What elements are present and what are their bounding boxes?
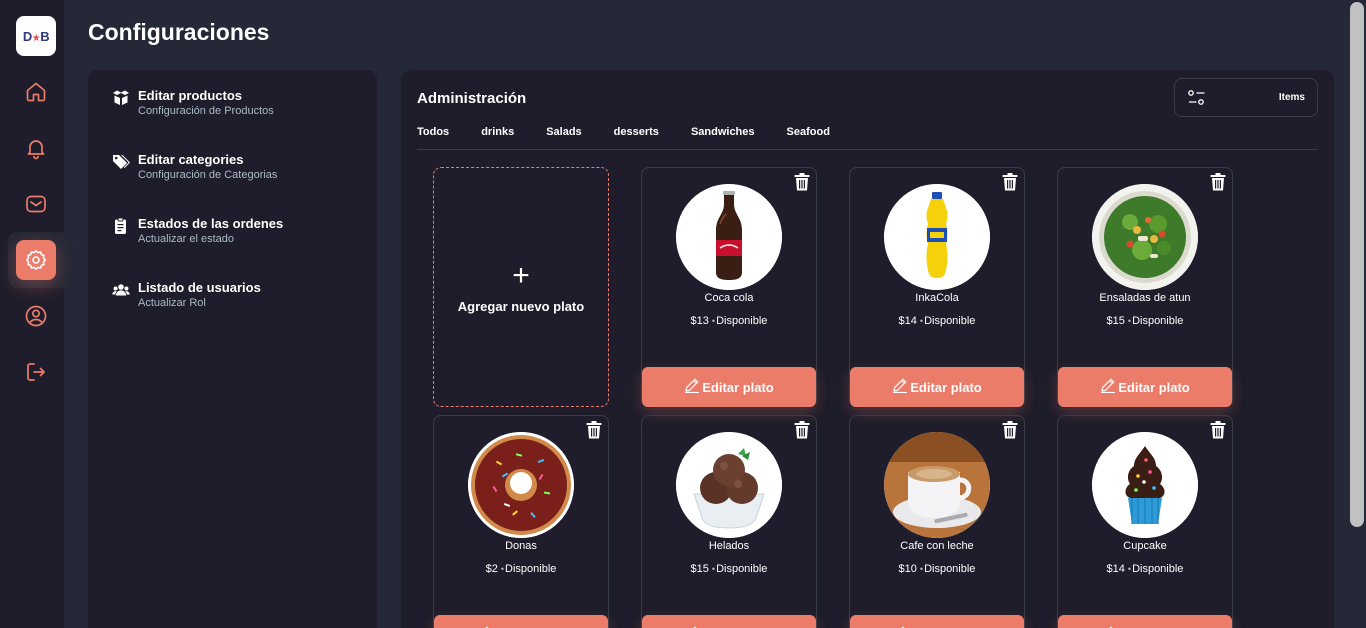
items-filter-button[interactable]: Items — [1174, 78, 1318, 117]
tab-drinks[interactable]: drinks — [481, 126, 514, 138]
product-image — [884, 184, 990, 290]
settings-item-title: Listado de usuarios — [138, 280, 261, 295]
product-card: InkaCola $14 •Disponible Editar plato — [849, 167, 1025, 407]
product-name: InkaCola — [915, 292, 959, 304]
items-filter-label: Items — [1278, 92, 1305, 103]
product-name: Coca cola — [704, 292, 754, 304]
settings-item-title: Editar categories — [138, 152, 244, 167]
add-dish-card[interactable]: + Agregar nuevo plato — [433, 167, 609, 407]
product-card: Ensaladas de atun $15 •Disponible Editar … — [1057, 167, 1233, 407]
add-dish-label: Agregar nuevo plato — [457, 298, 585, 314]
tab-seafood[interactable]: Seafood — [787, 126, 830, 138]
sliders-icon — [1188, 89, 1205, 105]
product-price: $15 •Disponible — [690, 563, 768, 575]
product-card: Cafe con leche $10•Disponible Editar pla… — [849, 415, 1025, 628]
settings-panel: Editar productos Configuración de Produc… — [88, 70, 377, 628]
admin-panel: Administración Items Todos drinks Salads… — [401, 70, 1334, 628]
settings-item-title: Estados de las ordenes — [138, 216, 284, 231]
tab-todos[interactable]: Todos — [417, 126, 449, 138]
edit-dish-button[interactable]: Editar plato — [642, 615, 816, 628]
pencil-icon — [893, 378, 908, 393]
settings-item-orders[interactable]: Estados de las ordenes Actualizar el est… — [112, 216, 283, 246]
gear-icon — [26, 250, 46, 270]
admin-title: Administración — [417, 90, 527, 107]
tabs-divider — [417, 149, 1318, 150]
settings-item-title: Editar productos — [138, 88, 243, 103]
trash-icon[interactable] — [1002, 173, 1018, 191]
product-price: $2 •Disponible — [485, 563, 557, 575]
product-image — [468, 432, 574, 538]
settings-item-products[interactable]: Editar productos Configuración de Produc… — [112, 88, 274, 118]
edit-dish-button[interactable]: Editar plato — [850, 615, 1024, 628]
mail-icon — [26, 195, 46, 213]
sidebar: D★B — [0, 0, 64, 628]
settings-item-users[interactable]: Listado de usuarios Actualizar Rol — [112, 280, 261, 310]
clipboard-icon — [115, 217, 126, 234]
product-price: $14 •Disponible — [898, 315, 976, 327]
pencil-icon — [1101, 378, 1116, 393]
product-name: Helados — [708, 540, 750, 552]
product-card: Coca cola $13 •Disponible Editar plato — [641, 167, 817, 407]
edit-dish-button[interactable]: Editar plato — [850, 367, 1024, 407]
logo-text: D★B — [22, 28, 50, 44]
box-icon — [113, 90, 129, 105]
nav-logout-button[interactable] — [16, 352, 56, 392]
user-icon — [25, 305, 47, 327]
product-image — [1092, 432, 1198, 538]
edit-dish-button[interactable]: Editar plato — [642, 367, 816, 407]
tags-icon — [113, 155, 130, 169]
trash-icon[interactable] — [586, 421, 602, 439]
product-name: Donas — [505, 540, 537, 552]
product-image — [676, 432, 782, 538]
app-logo[interactable]: D★B — [16, 16, 56, 56]
product-card: Donas $2•Disponible Editar plato — [433, 415, 609, 628]
settings-item-categories[interactable]: Editar categories Configuración de Categ… — [112, 152, 277, 182]
category-tabs: Todos drinks Salads desserts Sandwiches … — [417, 126, 862, 138]
product-name: Ensaladas de atun — [1099, 292, 1191, 304]
product-name: Cupcake — [1123, 540, 1167, 552]
logout-icon — [27, 363, 45, 381]
product-image — [884, 432, 990, 538]
product-price: $13 •Disponible — [690, 315, 768, 327]
tab-salads[interactable]: Salads — [546, 126, 581, 138]
edit-dish-button[interactable]: Editar plato — [1058, 367, 1232, 407]
product-price: $10 •Disponible — [898, 563, 976, 575]
nav-home-button[interactable] — [16, 72, 56, 112]
edit-dish-button[interactable]: Editar plato — [434, 615, 608, 628]
trash-icon[interactable] — [1210, 173, 1226, 191]
tab-sandwiches[interactable]: Sandwiches — [691, 126, 755, 138]
nav-profile-button[interactable] — [16, 296, 56, 336]
settings-item-subtitle: Configuración de Productos — [138, 105, 274, 117]
product-price: $14 •Disponible — [1106, 563, 1184, 575]
settings-item-subtitle: Actualizar el estado — [138, 233, 234, 245]
plus-icon: + — [512, 258, 530, 292]
product-card: Helados $15•Disponible Editar plato — [641, 415, 817, 628]
home-icon — [26, 82, 46, 102]
nav-settings-button[interactable] — [16, 240, 56, 280]
bell-icon — [27, 140, 45, 160]
pencil-icon — [685, 378, 700, 393]
edit-dish-button[interactable]: Editar plato — [1058, 615, 1232, 628]
trash-icon[interactable] — [794, 421, 810, 439]
tab-desserts[interactable]: desserts — [614, 126, 659, 138]
settings-item-subtitle: Configuración de Categorias — [138, 169, 278, 181]
nav-notifications-button[interactable] — [16, 128, 56, 168]
trash-icon[interactable] — [794, 173, 810, 191]
product-image — [1092, 184, 1198, 290]
trash-icon[interactable] — [1002, 421, 1018, 439]
page-title: Configuraciones — [88, 19, 270, 45]
product-card: Cupcake $14•Disponible Editar plato — [1057, 415, 1233, 628]
settings-item-subtitle: Actualizar Rol — [138, 297, 206, 309]
nav-messages-button[interactable] — [16, 184, 56, 224]
users-icon — [112, 284, 130, 296]
product-price: $15 •Disponible — [1106, 315, 1184, 327]
scrollbar-thumb[interactable] — [1350, 2, 1364, 527]
product-name: Cafe con leche — [900, 540, 974, 552]
trash-icon[interactable] — [1210, 421, 1226, 439]
product-image — [676, 184, 782, 290]
